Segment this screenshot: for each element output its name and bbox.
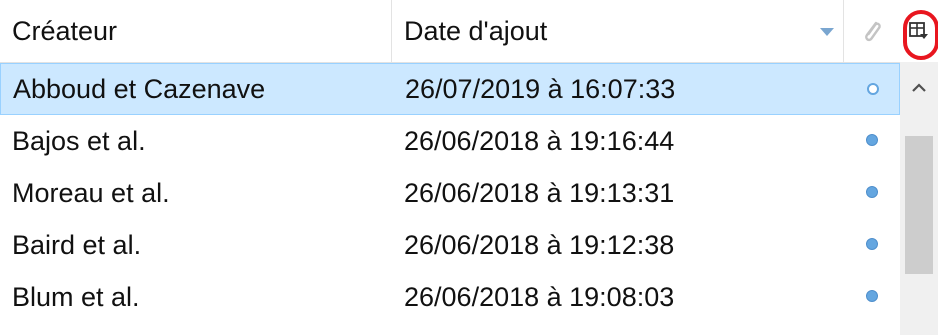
cell-date-added: 26/06/2018 à 19:12:38 xyxy=(404,229,675,260)
cell-creator: Bajos et al. xyxy=(12,125,146,156)
chevron-up-icon xyxy=(912,83,926,92)
table-row[interactable]: Blum et al. 26/06/2018 à 19:08:03 xyxy=(0,271,900,323)
scroll-up-button[interactable] xyxy=(900,62,938,114)
cell-creator: Blum et al. xyxy=(12,281,140,312)
table-body: Abboud et Cazenave 26/07/2019 à 16:07:33… xyxy=(0,63,900,323)
sort-descending-icon xyxy=(820,28,834,36)
vertical-scrollbar[interactable] xyxy=(900,62,938,335)
attachment-status-icon xyxy=(866,290,878,302)
column-header-date-added[interactable]: Date d'ajout xyxy=(392,0,844,62)
attachment-status-icon xyxy=(867,83,879,95)
attachment-status-icon xyxy=(866,186,878,198)
table-row[interactable]: Baird et al. 26/06/2018 à 19:12:38 xyxy=(0,219,900,271)
cell-date-added: 26/06/2018 à 19:08:03 xyxy=(404,281,675,312)
cell-date-added: 26/06/2018 à 19:16:44 xyxy=(404,125,675,156)
attachment-status-icon xyxy=(866,238,878,250)
cell-creator: Baird et al. xyxy=(12,229,142,260)
paperclip-icon xyxy=(865,21,881,42)
items-table: Créateur Date d'ajout Abboud et Cazenave… xyxy=(0,0,900,335)
cell-creator: Moreau et al. xyxy=(12,177,170,208)
column-header-date-label: Date d'ajout xyxy=(404,15,548,46)
table-row[interactable]: Bajos et al. 26/06/2018 à 19:16:44 xyxy=(0,115,900,167)
column-header-attachments[interactable] xyxy=(844,0,900,62)
attachment-status-icon xyxy=(866,134,878,146)
cell-creator: Abboud et Cazenave xyxy=(13,73,266,104)
column-header-creator-label: Créateur xyxy=(12,15,118,46)
table-header: Créateur Date d'ajout xyxy=(0,0,900,63)
highlight-circle xyxy=(903,10,938,60)
scroll-thumb[interactable] xyxy=(905,136,933,274)
column-header-creator[interactable]: Créateur xyxy=(0,0,392,62)
table-row[interactable]: Moreau et al. 26/06/2018 à 19:13:31 xyxy=(0,167,900,219)
table-row[interactable]: Abboud et Cazenave 26/07/2019 à 16:07:33 xyxy=(0,63,900,115)
cell-date-added: 26/07/2019 à 16:07:33 xyxy=(405,73,676,104)
cell-date-added: 26/06/2018 à 19:13:31 xyxy=(404,177,675,208)
